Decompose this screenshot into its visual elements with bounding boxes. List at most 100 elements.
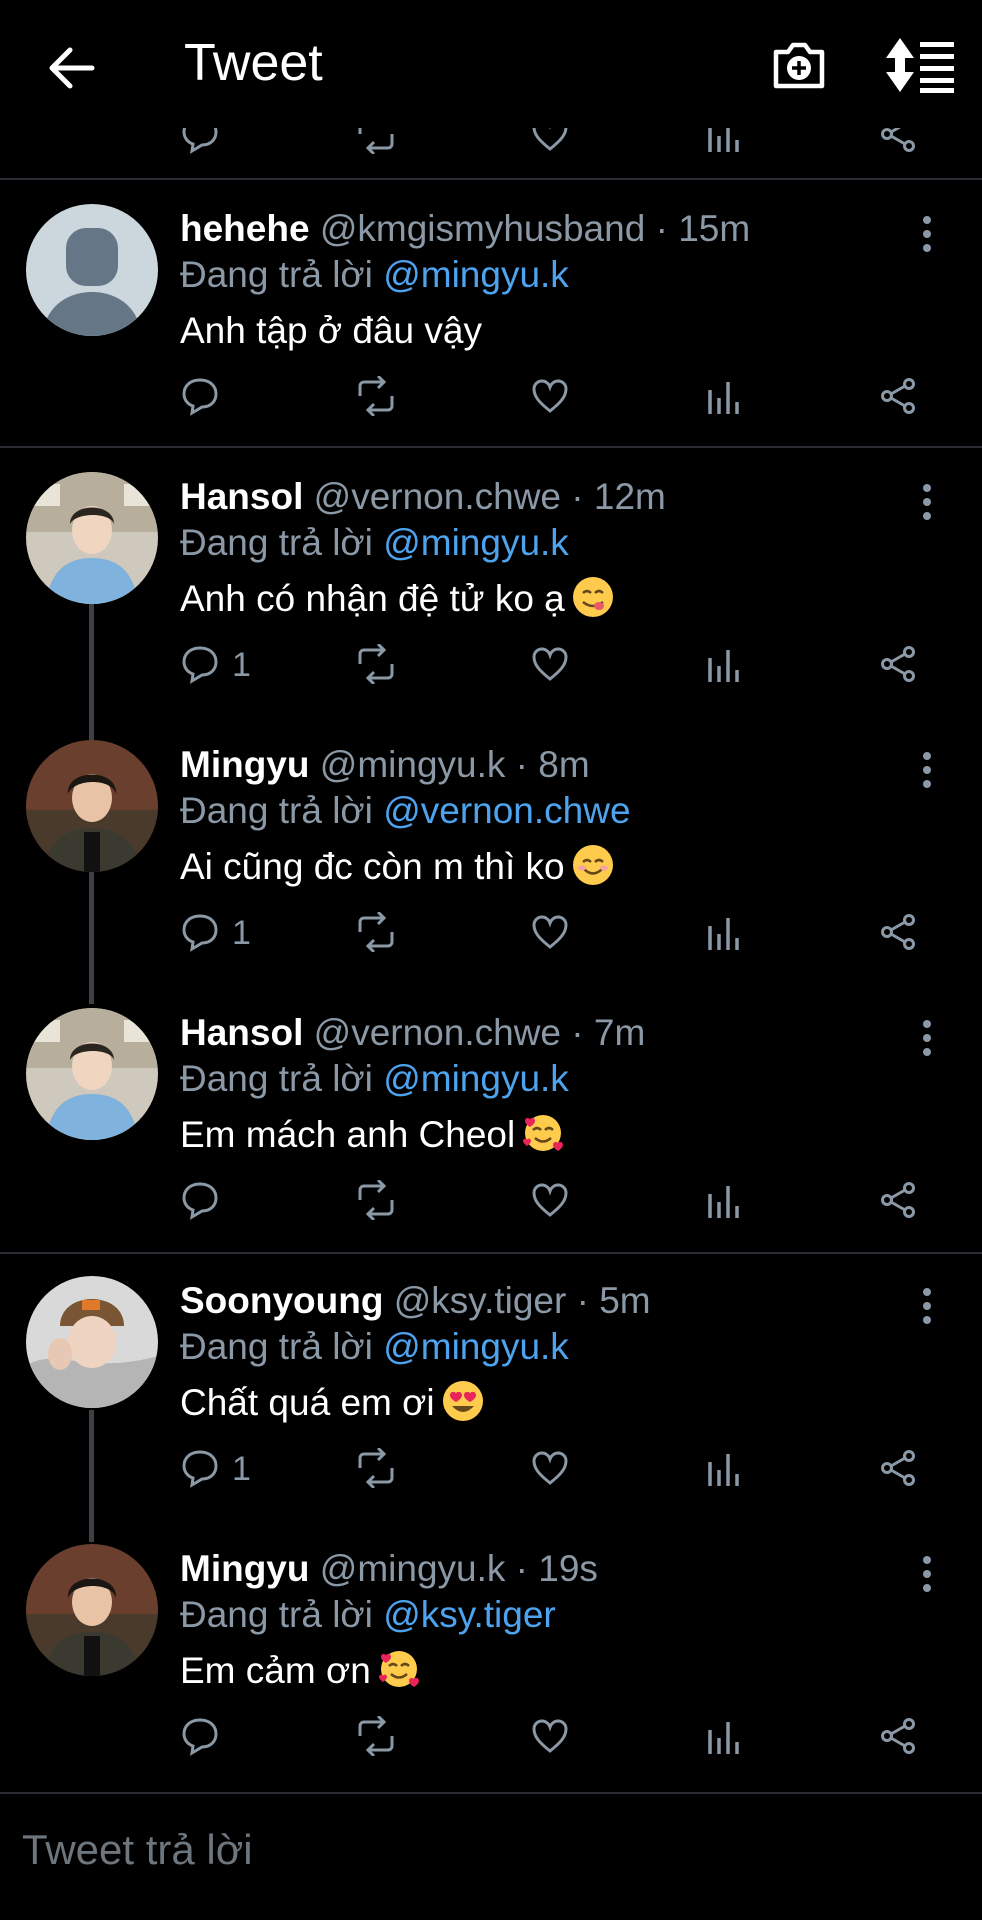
display-name[interactable]: Soonyoung — [180, 1280, 383, 1321]
share-button[interactable] — [878, 906, 928, 960]
avatar[interactable] — [26, 1544, 158, 1676]
reply-compose-bar[interactable]: Tweet trả lời — [0, 1794, 982, 1920]
tweet-text: Anh tập ở đâu vậy — [180, 304, 482, 358]
reply-button[interactable] — [180, 370, 300, 424]
reply-count: 1 — [232, 1450, 251, 1488]
like-button[interactable] — [530, 638, 580, 692]
tweet-actions — [0, 1174, 982, 1228]
tweet[interactable]: Soonyoung @ksy.tiger · 5m Đang trả lời @… — [0, 1256, 982, 1524]
mention-link[interactable]: @mingyu.k — [383, 254, 569, 295]
reply-button[interactable] — [180, 1174, 300, 1228]
reply-input[interactable]: Tweet trả lời — [22, 1822, 253, 1878]
mention-link[interactable]: @ksy.tiger — [383, 1594, 556, 1635]
share-button[interactable] — [878, 638, 928, 692]
analytics-button[interactable] — [706, 638, 756, 692]
tweet-text: Chất quá em ơi — [180, 1376, 485, 1430]
tweet-header: Mingyu @mingyu.k · 19s — [180, 1544, 598, 1594]
avatar[interactable] — [26, 1276, 158, 1408]
handle[interactable]: @vernon.chwe — [314, 476, 561, 517]
analytics-button[interactable] — [706, 1710, 756, 1764]
retweet-button[interactable] — [354, 370, 404, 424]
analytics-button[interactable] — [706, 1174, 756, 1228]
share-button[interactable] — [878, 370, 928, 424]
tweet[interactable]: Mingyu @mingyu.k · 19s Đang trả lời @ksy… — [0, 1524, 982, 1792]
timestamp: 15m — [678, 208, 751, 249]
page-title: Tweet — [184, 34, 323, 92]
mention-link[interactable]: @mingyu.k — [383, 1326, 569, 1367]
more-options-icon[interactable] — [914, 482, 940, 522]
share-button[interactable] — [878, 1710, 928, 1764]
timestamp: 8m — [538, 744, 590, 785]
share-button[interactable] — [878, 1442, 928, 1496]
more-options-icon[interactable] — [914, 1286, 940, 1326]
handle[interactable]: @mingyu.k — [320, 1548, 506, 1589]
retweet-button[interactable] — [354, 1174, 404, 1228]
tweet-text: Anh có nhận đệ tử ko ạ — [180, 572, 615, 626]
timestamp: 7m — [593, 1012, 646, 1053]
display-name[interactable]: hehehe — [180, 208, 310, 249]
share-icon[interactable] — [878, 128, 918, 154]
tweet[interactable]: Hansol @vernon.chwe · 7m Đang trả lời @m… — [0, 988, 982, 1256]
reply-button[interactable]: 1 — [180, 906, 300, 960]
reply-button[interactable]: 1 — [180, 1442, 300, 1496]
camera-plus-icon[interactable] — [770, 36, 828, 94]
face-savoring-food-emoji-icon — [571, 575, 615, 619]
replying-to: Đang trả lời @mingyu.k — [180, 1054, 569, 1104]
handle[interactable]: @mingyu.k — [320, 744, 506, 785]
more-options-icon[interactable] — [914, 214, 940, 254]
avatar[interactable] — [26, 204, 158, 336]
separator-dot: · — [571, 1012, 584, 1053]
avatar[interactable] — [26, 740, 158, 872]
display-name[interactable]: Mingyu — [180, 1548, 309, 1589]
mention-link[interactable]: @vernon.chwe — [383, 790, 630, 831]
like-button[interactable] — [530, 1174, 580, 1228]
retweet-button[interactable] — [354, 1710, 404, 1764]
tweet-actions — [0, 370, 982, 424]
analytics-icon[interactable] — [706, 128, 742, 154]
separator-dot: · — [515, 744, 528, 785]
retweet-icon[interactable] — [354, 128, 398, 154]
separator-dot: · — [571, 476, 584, 517]
reply-icon[interactable] — [180, 128, 220, 154]
handle[interactable]: @vernon.chwe — [314, 1012, 561, 1053]
tweet-text-content: Anh tập ở đâu vậy — [180, 310, 482, 351]
handle[interactable]: @kmgismyhusband — [320, 208, 645, 249]
tweet[interactable]: Hansol @vernon.chwe · 12m Đang trả lời @… — [0, 452, 982, 720]
more-options-icon[interactable] — [914, 1554, 940, 1594]
retweet-button[interactable] — [354, 638, 404, 692]
display-name[interactable]: Hansol — [180, 1012, 303, 1053]
share-button[interactable] — [878, 1174, 928, 1228]
tweet-header: hehehe @kmgismyhusband · 15m — [180, 204, 750, 254]
retweet-button[interactable] — [354, 906, 404, 960]
mention-link[interactable]: @mingyu.k — [383, 1058, 569, 1099]
more-options-icon[interactable] — [914, 750, 940, 790]
more-options-icon[interactable] — [914, 1018, 940, 1058]
smiling-face-emoji-icon — [571, 843, 615, 887]
display-name[interactable]: Hansol — [180, 476, 303, 517]
like-button[interactable] — [530, 906, 580, 960]
tweet-text: Em mách anh Cheol — [180, 1108, 565, 1162]
reply-button[interactable]: 1 — [180, 638, 300, 692]
like-button[interactable] — [530, 370, 580, 424]
retweet-button[interactable] — [354, 1442, 404, 1496]
like-button[interactable] — [530, 1442, 580, 1496]
replying-prefix: Đang trả lời — [180, 254, 373, 295]
analytics-button[interactable] — [706, 1442, 756, 1496]
analytics-button[interactable] — [706, 370, 756, 424]
reply-button[interactable] — [180, 1710, 300, 1764]
display-name[interactable]: Mingyu — [180, 744, 309, 785]
sort-list-icon[interactable] — [884, 36, 956, 94]
reply-count: 1 — [232, 646, 251, 684]
tweet-header: Hansol @vernon.chwe · 7m — [180, 1008, 645, 1058]
handle[interactable]: @ksy.tiger — [394, 1280, 567, 1321]
mention-link[interactable]: @mingyu.k — [383, 522, 569, 563]
avatar[interactable] — [26, 472, 158, 604]
like-button[interactable] — [530, 1710, 580, 1764]
replying-prefix: Đang trả lời — [180, 1058, 373, 1099]
like-icon[interactable] — [530, 128, 570, 154]
analytics-button[interactable] — [706, 906, 756, 960]
avatar[interactable] — [26, 1008, 158, 1140]
tweet[interactable]: hehehe @kmgismyhusband · 15m Đang trả lờ… — [0, 184, 982, 452]
tweet[interactable]: Mingyu @mingyu.k · 8m Đang trả lời @vern… — [0, 720, 982, 988]
back-arrow-icon[interactable] — [42, 40, 102, 96]
